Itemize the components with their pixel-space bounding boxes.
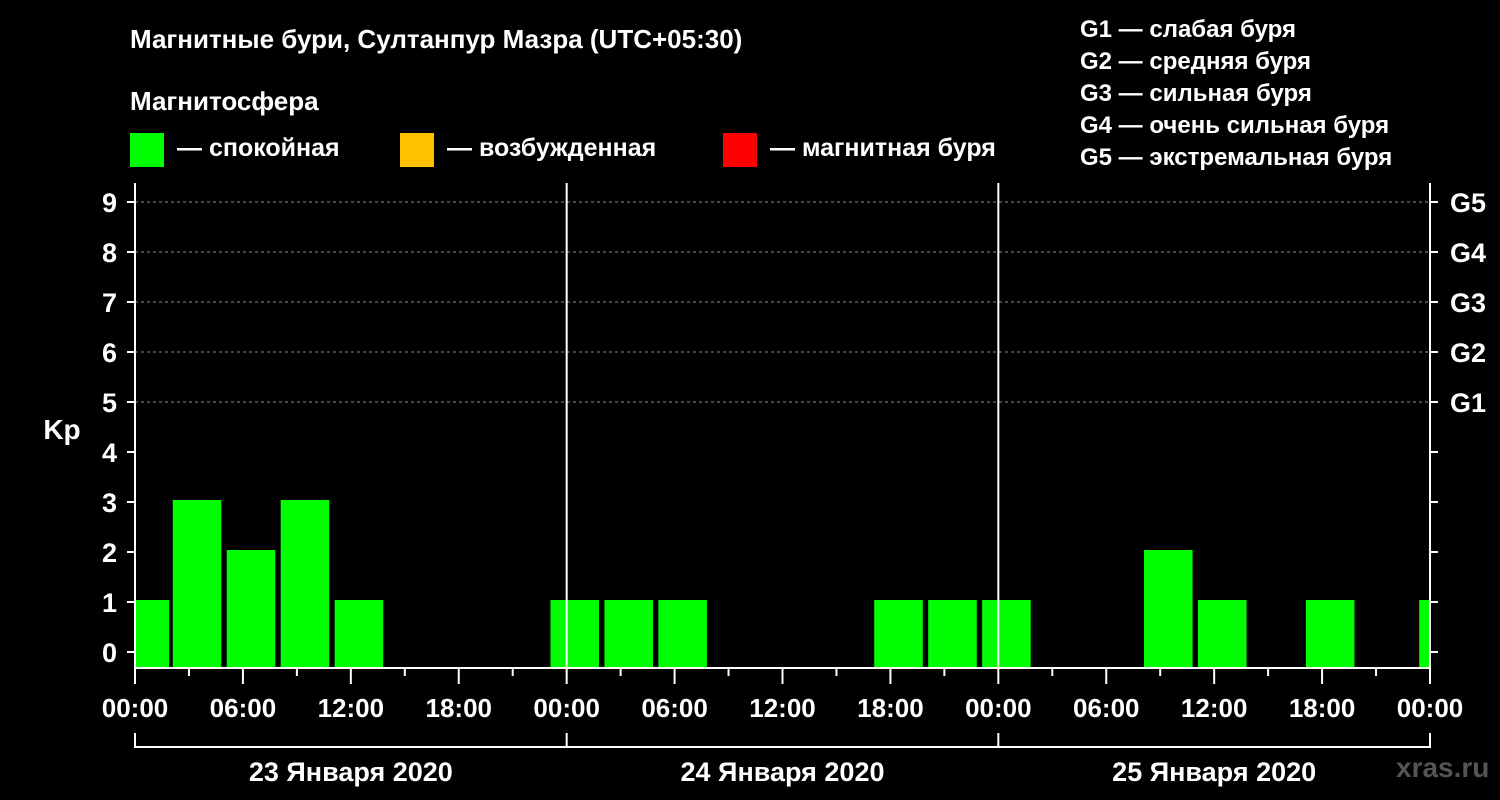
g-scale-item-g5: G5 — экстремальная буря bbox=[1080, 144, 1393, 171]
x-tick-label: 12:00 bbox=[749, 693, 816, 723]
kp-bar bbox=[550, 600, 600, 669]
kp-bar bbox=[135, 600, 170, 669]
right-axis-g-label: G4 bbox=[1450, 238, 1486, 268]
right-axis-g-label: G3 bbox=[1450, 288, 1486, 318]
y-tick-label: 8 bbox=[102, 238, 117, 268]
y-tick-label: 2 bbox=[102, 538, 117, 568]
kp-bar bbox=[604, 600, 653, 669]
g-scale-legend: G1 — слабая буря G2 — средняя буря G3 — … bbox=[1080, 14, 1392, 174]
x-tick-label: 00:00 bbox=[533, 693, 600, 723]
x-tick-label: 18:00 bbox=[1289, 693, 1356, 723]
day-label: 23 Января 2020 bbox=[249, 757, 453, 787]
g-scale-item-g4: G4 — очень сильная буря bbox=[1080, 112, 1390, 139]
legend-label-unsettled: — возбужденная bbox=[447, 134, 657, 162]
chart-title: Магнитные бури, Султанпур Мазра (UTC+05:… bbox=[130, 24, 743, 54]
y-axis-label: Kp bbox=[43, 414, 80, 445]
watermark: xras.ru bbox=[1396, 752, 1490, 783]
legend-label-quiet: — спокойная bbox=[177, 134, 340, 162]
kp-bar bbox=[874, 600, 923, 669]
x-tick-label: 06:00 bbox=[1073, 693, 1140, 723]
y-tick-label: 5 bbox=[102, 388, 117, 418]
x-tick-label: 18:00 bbox=[857, 693, 924, 723]
kp-bar bbox=[658, 600, 707, 669]
x-tick-label: 00:00 bbox=[965, 693, 1032, 723]
y-tick-label: 6 bbox=[102, 338, 117, 368]
legend-heading: Магнитосфера bbox=[130, 86, 319, 116]
day-label: 25 Января 2020 bbox=[1112, 757, 1316, 787]
y-tick-label: 3 bbox=[102, 488, 117, 518]
day-label: 24 Января 2020 bbox=[681, 757, 885, 787]
kp-bar bbox=[1197, 600, 1247, 669]
y-tick-label: 7 bbox=[102, 288, 117, 318]
legend-label-storm: — магнитная буря bbox=[770, 134, 996, 162]
y-tick-label: 9 bbox=[102, 188, 117, 218]
x-tick-label: 06:00 bbox=[210, 693, 277, 723]
y-tick-label: 4 bbox=[102, 438, 117, 468]
g-scale-item-g2: G2 — средняя буря bbox=[1080, 48, 1311, 75]
x-tick-label: 00:00 bbox=[102, 693, 169, 723]
x-tick-label: 06:00 bbox=[641, 693, 708, 723]
kp-bar bbox=[334, 600, 384, 669]
kp-bar bbox=[280, 500, 330, 669]
kp-bar bbox=[928, 600, 977, 669]
legend-swatch-storm bbox=[723, 133, 757, 167]
legend-swatch-quiet bbox=[130, 133, 164, 167]
g-scale-item-g3: G3 — сильная буря bbox=[1080, 80, 1312, 107]
g-scale-item-g1: G1 — слабая буря bbox=[1080, 16, 1297, 43]
kp-bar bbox=[172, 500, 222, 669]
right-axis-g-label: G1 bbox=[1450, 388, 1486, 418]
x-tick-label: 12:00 bbox=[318, 693, 385, 723]
legend-swatch-unsettled bbox=[400, 133, 434, 167]
kp-bar bbox=[226, 550, 276, 669]
x-tick-label: 18:00 bbox=[426, 693, 493, 723]
right-axis-g-label: G2 bbox=[1450, 338, 1486, 368]
x-tick-label: 12:00 bbox=[1181, 693, 1248, 723]
y-tick-label: 1 bbox=[102, 588, 117, 618]
kp-bar bbox=[1305, 600, 1355, 669]
y-tick-label: 0 bbox=[102, 638, 117, 668]
kp-bar bbox=[1144, 550, 1193, 669]
kp-bar bbox=[1419, 600, 1430, 669]
x-tick-label: 00:00 bbox=[1397, 693, 1464, 723]
kp-bar bbox=[982, 600, 1031, 669]
right-axis-g-label: G5 bbox=[1450, 188, 1486, 218]
